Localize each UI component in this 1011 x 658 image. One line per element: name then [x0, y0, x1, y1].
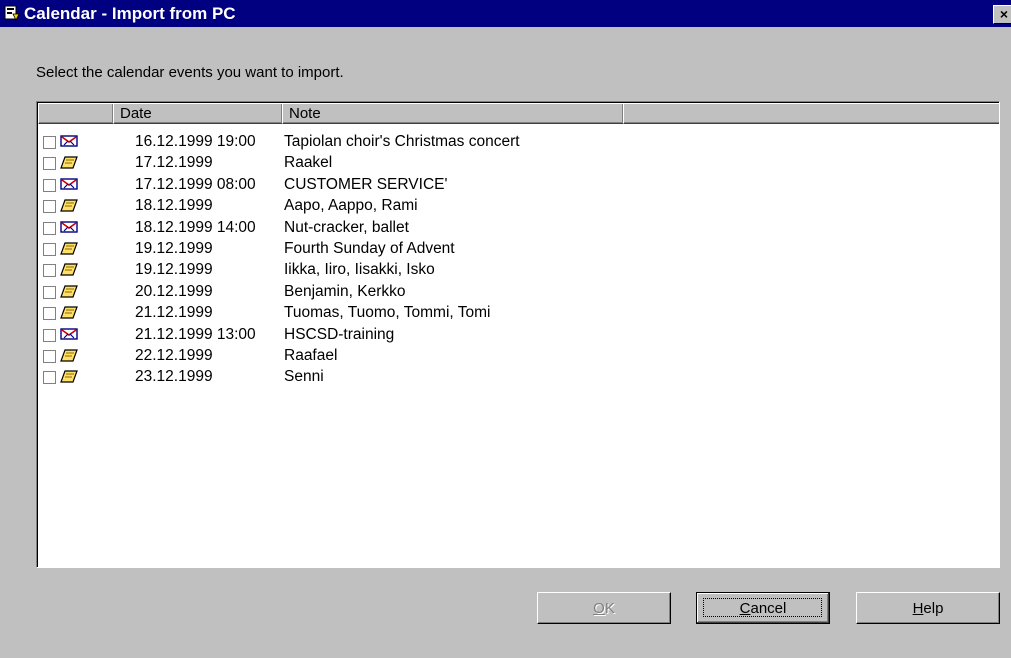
close-button[interactable]: × — [993, 5, 1011, 24]
row-checkbox[interactable] — [43, 178, 56, 192]
list-header: Date Note — [38, 103, 999, 124]
row-checkbox[interactable] — [43, 350, 56, 363]
list-item[interactable]: 19.12.1999 Fourth Sunday of Advent — [38, 238, 997, 260]
cancel-button-label: Cancel — [739, 600, 787, 617]
list-item[interactable]: 22.12.1999 Raafael — [38, 345, 997, 367]
row-checkbox[interactable] — [43, 307, 56, 321]
list-item[interactable]: 21.12.1999 Tuomas, Tuomo, Tommi, Tomi — [38, 302, 997, 324]
ok-button[interactable]: OK — [537, 592, 671, 624]
row-date: 17.12.1999 — [135, 154, 213, 172]
help-button-label: Help — [912, 600, 944, 617]
column-header-note[interactable]: Note — [282, 103, 624, 124]
memo-icon — [60, 262, 78, 277]
title-bar[interactable]: Calendar - Import from PC × — [0, 0, 1011, 27]
column-header-empty[interactable] — [623, 103, 999, 124]
list-item[interactable]: 17.12.1999 08:00 CUSTOMER SERVICE' — [38, 174, 997, 196]
list-item[interactable]: 18.12.1999 Aapo, Aappo, Rami — [38, 195, 997, 217]
meeting-icon — [60, 134, 78, 149]
memo-icon — [60, 198, 78, 213]
row-checkbox[interactable] — [43, 328, 56, 342]
close-icon: × — [999, 6, 1009, 22]
meeting-icon — [60, 327, 78, 342]
column-header-date[interactable]: Date — [113, 103, 283, 124]
row-date: 18.12.1999 14:00 — [135, 218, 256, 236]
row-note: Raafael — [284, 347, 338, 364]
memo-icon — [60, 369, 78, 384]
memo-icon — [60, 155, 78, 170]
row-checkbox[interactable] — [43, 285, 56, 299]
meeting-icon — [60, 220, 78, 235]
list-item[interactable]: 23.12.1999 Senni — [38, 366, 997, 388]
row-note: Tapiolan choir's Christmas concert — [284, 133, 520, 150]
ok-button-label: OK — [593, 600, 615, 617]
row-note: HSCSD-training — [284, 325, 395, 343]
list-item[interactable]: 19.12.1999 Iikka, Iiro, Iisakki, Isko — [38, 259, 997, 281]
row-checkbox[interactable] — [43, 157, 56, 171]
memo-icon — [60, 241, 78, 256]
row-note: Tuomas, Tuomo, Tommi, Tomi — [284, 304, 491, 322]
row-checkbox[interactable] — [43, 264, 56, 278]
meeting-icon — [60, 177, 78, 192]
row-date: 21.12.1999 — [135, 304, 213, 322]
column-header-select[interactable] — [38, 103, 114, 124]
instruction-text: Select the calendar events you want to i… — [36, 64, 344, 81]
row-note: Fourth Sunday of Advent — [284, 240, 455, 257]
row-date: 21.12.1999 13:00 — [135, 325, 256, 343]
help-button[interactable]: Help — [856, 592, 1000, 624]
list-item[interactable]: 17.12.1999 Raakel — [38, 152, 997, 174]
row-note: Senni — [284, 368, 324, 386]
list-item[interactable]: 16.12.1999 19:00 Tapiolan choir's Christ… — [38, 131, 997, 153]
row-date: 20.12.1999 — [135, 282, 213, 300]
row-note: CUSTOMER SERVICE' — [284, 175, 448, 193]
cancel-button[interactable]: Cancel — [696, 592, 830, 624]
row-checkbox[interactable] — [43, 136, 56, 149]
row-date: 19.12.1999 — [135, 261, 213, 279]
list-item[interactable]: 20.12.1999 Benjamin, Kerkko — [38, 281, 997, 303]
row-date: 16.12.1999 19:00 — [135, 133, 256, 150]
event-list[interactable]: Date Note 16.12.1999 19:00 Tapiolan choi… — [36, 101, 1000, 568]
row-date: 23.12.1999 — [135, 368, 213, 386]
row-date: 22.12.1999 — [135, 347, 213, 364]
row-checkbox[interactable] — [43, 243, 56, 256]
memo-icon — [60, 284, 78, 299]
app-icon — [4, 5, 20, 21]
row-date: 17.12.1999 08:00 — [135, 175, 256, 193]
row-note: Nut-cracker, ballet — [284, 218, 409, 236]
memo-icon — [60, 348, 78, 363]
row-note: Benjamin, Kerkko — [284, 282, 406, 300]
row-date: 18.12.1999 — [135, 197, 213, 215]
row-checkbox[interactable] — [43, 200, 56, 214]
row-note: Aapo, Aappo, Rami — [284, 197, 418, 215]
list-item[interactable]: 21.12.1999 13:00 HSCSD-training — [38, 324, 997, 346]
memo-icon — [60, 305, 78, 320]
row-checkbox[interactable] — [43, 371, 56, 385]
row-note: Raakel — [284, 154, 333, 172]
row-checkbox[interactable] — [43, 221, 56, 235]
window-title: Calendar - Import from PC — [24, 4, 236, 23]
row-note: Iikka, Iiro, Iisakki, Isko — [284, 261, 435, 279]
row-date: 19.12.1999 — [135, 240, 213, 257]
list-item[interactable]: 18.12.1999 14:00 Nut-cracker, ballet — [38, 217, 997, 239]
